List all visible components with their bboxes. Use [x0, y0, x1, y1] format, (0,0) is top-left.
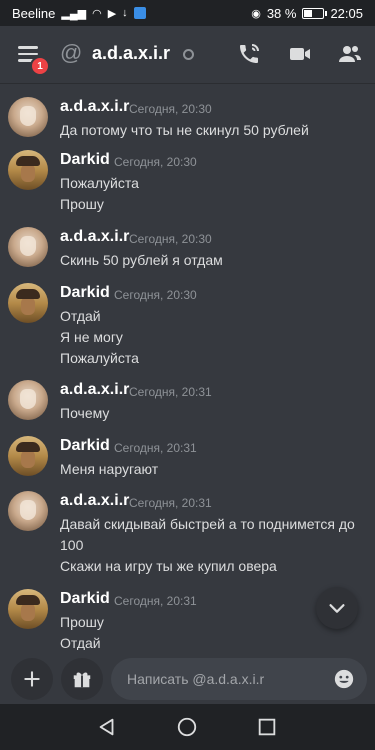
message-composer	[0, 650, 375, 704]
avatar[interactable]	[8, 436, 48, 476]
phone-call-icon[interactable]	[237, 42, 261, 66]
youtube-icon: ▶	[107, 7, 117, 20]
gift-button[interactable]	[61, 658, 103, 700]
video-camera-icon[interactable]	[288, 42, 312, 66]
clock: 22:05	[330, 5, 363, 21]
message-text: Отдай	[60, 308, 101, 324]
notification-badge: 1	[30, 56, 50, 76]
back-icon[interactable]	[96, 716, 118, 738]
avatar[interactable]	[8, 97, 48, 137]
message-text: Отдай	[60, 635, 101, 650]
message-timestamp: Сегодня, 20:31	[129, 496, 212, 510]
signal-icon: ▂▄▆	[61, 7, 87, 20]
status-bar: Beeline ▂▄▆ ◠ ▶ ↓ ◉ 38 % 22:05	[0, 0, 375, 26]
message-text: Давай скидывай быстрей а то поднимется д…	[60, 516, 355, 532]
message-input[interactable]	[125, 670, 319, 688]
download-icon: ↓	[122, 7, 128, 19]
message-text: Я не могу	[60, 329, 123, 345]
message-text: Пожалуйста	[60, 175, 139, 191]
avatar[interactable]	[8, 227, 48, 267]
avatar[interactable]	[8, 283, 48, 323]
home-icon[interactable]	[176, 716, 198, 738]
battery-percent: 38 %	[266, 5, 297, 21]
message-text: Прошу	[60, 196, 104, 212]
avatar[interactable]	[8, 380, 48, 420]
plus-icon	[24, 671, 40, 687]
carrier-label: Beeline	[12, 5, 56, 21]
message-text: Да потому что ты не скинул 50 рублей	[60, 122, 309, 138]
message-author[interactable]: a.d.a.x.i.r	[60, 381, 129, 399]
system-navigation-bar	[0, 704, 375, 750]
message-text: Меня наругают	[60, 461, 159, 477]
battery-icon	[302, 7, 328, 19]
message-author[interactable]: Darkid	[60, 437, 110, 455]
app-notification-icon	[133, 7, 146, 19]
recents-icon[interactable]	[256, 716, 278, 738]
chevron-down-icon	[329, 604, 345, 613]
message-author[interactable]: a.d.a.x.i.r	[60, 228, 129, 246]
message-timestamp: Сегодня, 20:30	[114, 155, 197, 169]
at-icon: @	[60, 40, 83, 65]
message-text: Скажи на игру ты же купил овера	[60, 558, 277, 574]
avatar[interactable]	[8, 150, 48, 190]
message-author[interactable]: a.d.a.x.i.r	[60, 492, 129, 510]
message-timestamp: Сегодня, 20:30	[114, 288, 197, 302]
eye-icon: ◉	[251, 7, 261, 20]
add-attachment-button[interactable]	[11, 658, 53, 700]
message-text: Скинь 50 рублей я отдам	[60, 252, 223, 268]
message-timestamp: Сегодня, 20:30	[129, 232, 212, 246]
message-author[interactable]: Darkid	[60, 151, 110, 169]
dm-title[interactable]: a.d.a.x.i.r	[92, 43, 170, 64]
avatar[interactable]	[8, 589, 48, 629]
wifi-icon: ◠	[92, 7, 102, 20]
emoji-icon[interactable]	[333, 668, 355, 690]
message-text: Почему	[60, 405, 110, 421]
message-text: 100	[60, 537, 84, 553]
gift-icon	[73, 672, 91, 688]
avatar[interactable]	[8, 491, 48, 531]
message-author[interactable]: Darkid	[60, 284, 110, 302]
message-list[interactable]: a.d.a.x.i.r Сегодня, 20:30 Да потому что…	[0, 84, 375, 650]
message-timestamp: Сегодня, 20:31	[129, 385, 212, 399]
offline-status-icon	[183, 49, 194, 60]
scroll-to-bottom-button[interactable]	[316, 587, 358, 629]
message-timestamp: Сегодня, 20:31	[114, 594, 197, 608]
channel-header: 1 @ a.d.a.x.i.r	[0, 26, 375, 84]
message-timestamp: Сегодня, 20:30	[129, 102, 212, 116]
message-text: Пожалуйста	[60, 350, 139, 366]
message-author[interactable]: Darkid	[60, 590, 110, 608]
message-author[interactable]: a.d.a.x.i.r	[60, 98, 129, 116]
message-input-box[interactable]	[111, 658, 367, 700]
members-icon[interactable]	[338, 42, 362, 66]
message-timestamp: Сегодня, 20:31	[114, 441, 197, 455]
